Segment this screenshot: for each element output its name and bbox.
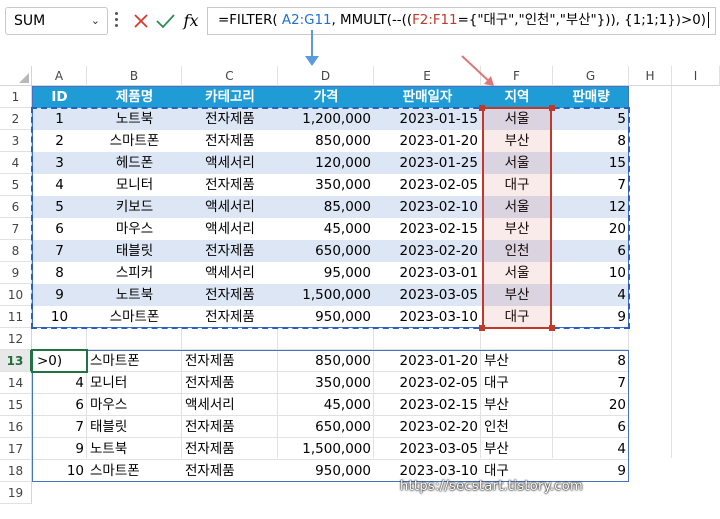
close-icon	[134, 14, 148, 28]
row-header-12[interactable]: 12	[0, 328, 32, 350]
row-header-14[interactable]: 14	[0, 372, 32, 394]
formula-part: , MMULT(--((	[331, 13, 413, 28]
row-header-9[interactable]: 9	[0, 262, 32, 284]
column-header-f[interactable]: F	[481, 66, 553, 86]
row-header-15[interactable]: 15	[0, 394, 32, 416]
formula-ref-range2: F2:F11	[412, 13, 458, 28]
checkmark-icon	[156, 14, 175, 29]
range-resize-handle[interactable]	[479, 105, 485, 111]
row-header-10[interactable]: 10	[0, 284, 32, 306]
cancel-button[interactable]	[130, 7, 152, 35]
name-box[interactable]: SUM ⌄	[5, 7, 108, 35]
range-f2-f11-highlight	[482, 107, 552, 329]
more-options-icon[interactable]	[114, 12, 118, 30]
insert-function-button[interactable]: fx	[180, 7, 202, 35]
name-box-value: SUM	[14, 13, 46, 29]
chevron-down-icon[interactable]: ⌄	[91, 8, 100, 34]
row-header-4[interactable]: 4	[0, 152, 32, 174]
row-header-3[interactable]: 3	[0, 130, 32, 152]
column-header-c[interactable]: C	[182, 66, 278, 86]
formula-ref-range1: A2:G11	[281, 13, 332, 28]
gridline-v	[671, 86, 672, 458]
formula-bar: SUM ⌄ fx =FILTER( A2:G11, MMULT(--((F2:F…	[0, 0, 720, 44]
row-header-1[interactable]: 1	[0, 86, 32, 108]
row-header-18[interactable]: 18	[0, 460, 32, 482]
formula-part: =FILTER(	[218, 13, 282, 28]
row-header-5[interactable]: 5	[0, 174, 32, 196]
watermark-text: https://secstart.tistory.com	[400, 479, 583, 494]
column-header-a[interactable]: A	[32, 66, 87, 86]
formula-input[interactable]: =FILTER( A2:G11, MMULT(--((F2:F11={"대구",…	[207, 7, 716, 35]
formula-part: ={"대구","인천","부산"})), {1;1;1})>0)	[457, 13, 706, 28]
active-cell-text: >0)	[37, 353, 63, 369]
row-header-13[interactable]: 13	[0, 350, 32, 372]
column-header-e[interactable]: E	[374, 66, 481, 86]
row-header-6[interactable]: 6	[0, 196, 32, 218]
column-header-b[interactable]: B	[87, 66, 182, 86]
row-header-19[interactable]: 19	[0, 482, 32, 504]
text-cursor	[708, 12, 709, 28]
column-header-g[interactable]: G	[553, 66, 629, 86]
range-resize-handle[interactable]	[479, 325, 485, 331]
range-resize-handle[interactable]	[549, 325, 555, 331]
spreadsheet-grid[interactable]: A B C D E F G H I 1 2 3 4 5 6 7 8 9 10 11 12 13 14 15 16 17 18 19 ID…	[0, 66, 720, 519]
active-cell-a13[interactable]: >0)	[31, 349, 88, 373]
column-header-d[interactable]: D	[278, 66, 374, 86]
row-header-7[interactable]: 7	[0, 218, 32, 240]
enter-button[interactable]	[154, 7, 176, 35]
row-header-17[interactable]: 17	[0, 438, 32, 460]
column-header-i[interactable]: I	[672, 66, 720, 86]
column-header-h[interactable]: H	[629, 66, 672, 86]
select-all-button[interactable]	[0, 66, 32, 86]
spill-range-border	[32, 350, 629, 482]
row-header-8[interactable]: 8	[0, 240, 32, 262]
row-header-2[interactable]: 2	[0, 108, 32, 130]
range-resize-handle[interactable]	[549, 105, 555, 111]
row-header-11[interactable]: 11	[0, 306, 32, 328]
row-header-16[interactable]: 16	[0, 416, 32, 438]
